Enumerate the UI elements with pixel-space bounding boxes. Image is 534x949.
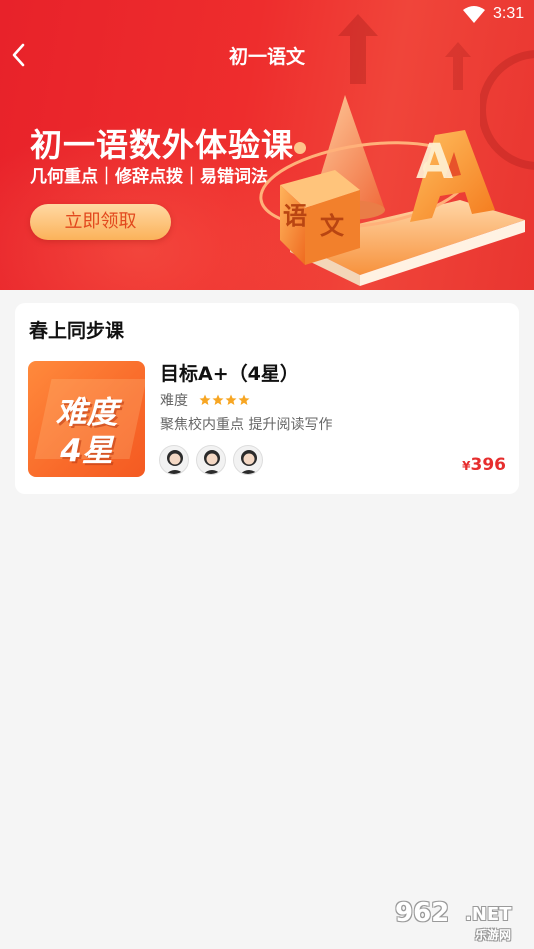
star-icon bbox=[238, 394, 250, 405]
difficulty-row: 难度 bbox=[160, 390, 251, 410]
banner-art-char-wen: 文 bbox=[320, 212, 344, 240]
site-watermark: 962 .NET 乐游网 bbox=[395, 898, 530, 946]
watermark-subtitle: 乐游网 bbox=[475, 928, 512, 942]
wifi-icon bbox=[463, 6, 485, 23]
teacher-avatar bbox=[196, 445, 226, 475]
page-title: 初一语文 bbox=[228, 46, 305, 68]
banner-art-char-yu: 语 bbox=[283, 202, 307, 230]
banner-illustration bbox=[259, 95, 525, 286]
star-icon bbox=[225, 394, 237, 405]
watermark-logo: 962 bbox=[395, 898, 450, 928]
watermark-net: .NET bbox=[465, 904, 512, 925]
teacher-avatar bbox=[159, 445, 189, 475]
star-icon bbox=[212, 394, 224, 405]
banner-art-char-a: A bbox=[416, 134, 454, 190]
hero-banner: 3:31 初一语文 初一语数外体验课 几何重点｜修辞点拨｜易错词法 立即领取 语… bbox=[0, 0, 534, 290]
price-value: 396 bbox=[470, 455, 507, 475]
course-item[interactable]: 难度 4星 目标A+（4星） 难度 聚焦校内重点 提升阅读写作 ¥396 bbox=[15, 359, 519, 481]
star-icon bbox=[199, 394, 211, 405]
claim-now-button[interactable]: 立即领取 bbox=[30, 204, 171, 240]
course-price: ¥396 bbox=[462, 455, 506, 475]
course-name: 目标A+（4星） bbox=[160, 363, 299, 385]
course-section-card: 春上同步课 难度 4星 目标A+（4星） 难度 聚焦校内重点 提升阅读写作 ¥3… bbox=[15, 303, 519, 494]
status-time: 3:31 bbox=[493, 5, 525, 22]
thumbnail-text-stars: 4星 bbox=[60, 433, 113, 469]
section-title: 春上同步课 bbox=[29, 320, 125, 342]
banner-subtitle: 几何重点｜修辞点拨｜易错词法 bbox=[30, 167, 268, 187]
price-currency: ¥ bbox=[462, 459, 471, 473]
teacher-avatars bbox=[159, 445, 270, 477]
difficulty-label: 难度 bbox=[160, 393, 188, 409]
teacher-avatar bbox=[233, 445, 263, 475]
status-bar: 3:31 bbox=[0, 0, 534, 30]
course-description: 聚焦校内重点 提升阅读写作 bbox=[160, 417, 333, 433]
difficulty-stars bbox=[199, 391, 251, 410]
course-thumbnail: 难度 4星 bbox=[28, 361, 145, 477]
